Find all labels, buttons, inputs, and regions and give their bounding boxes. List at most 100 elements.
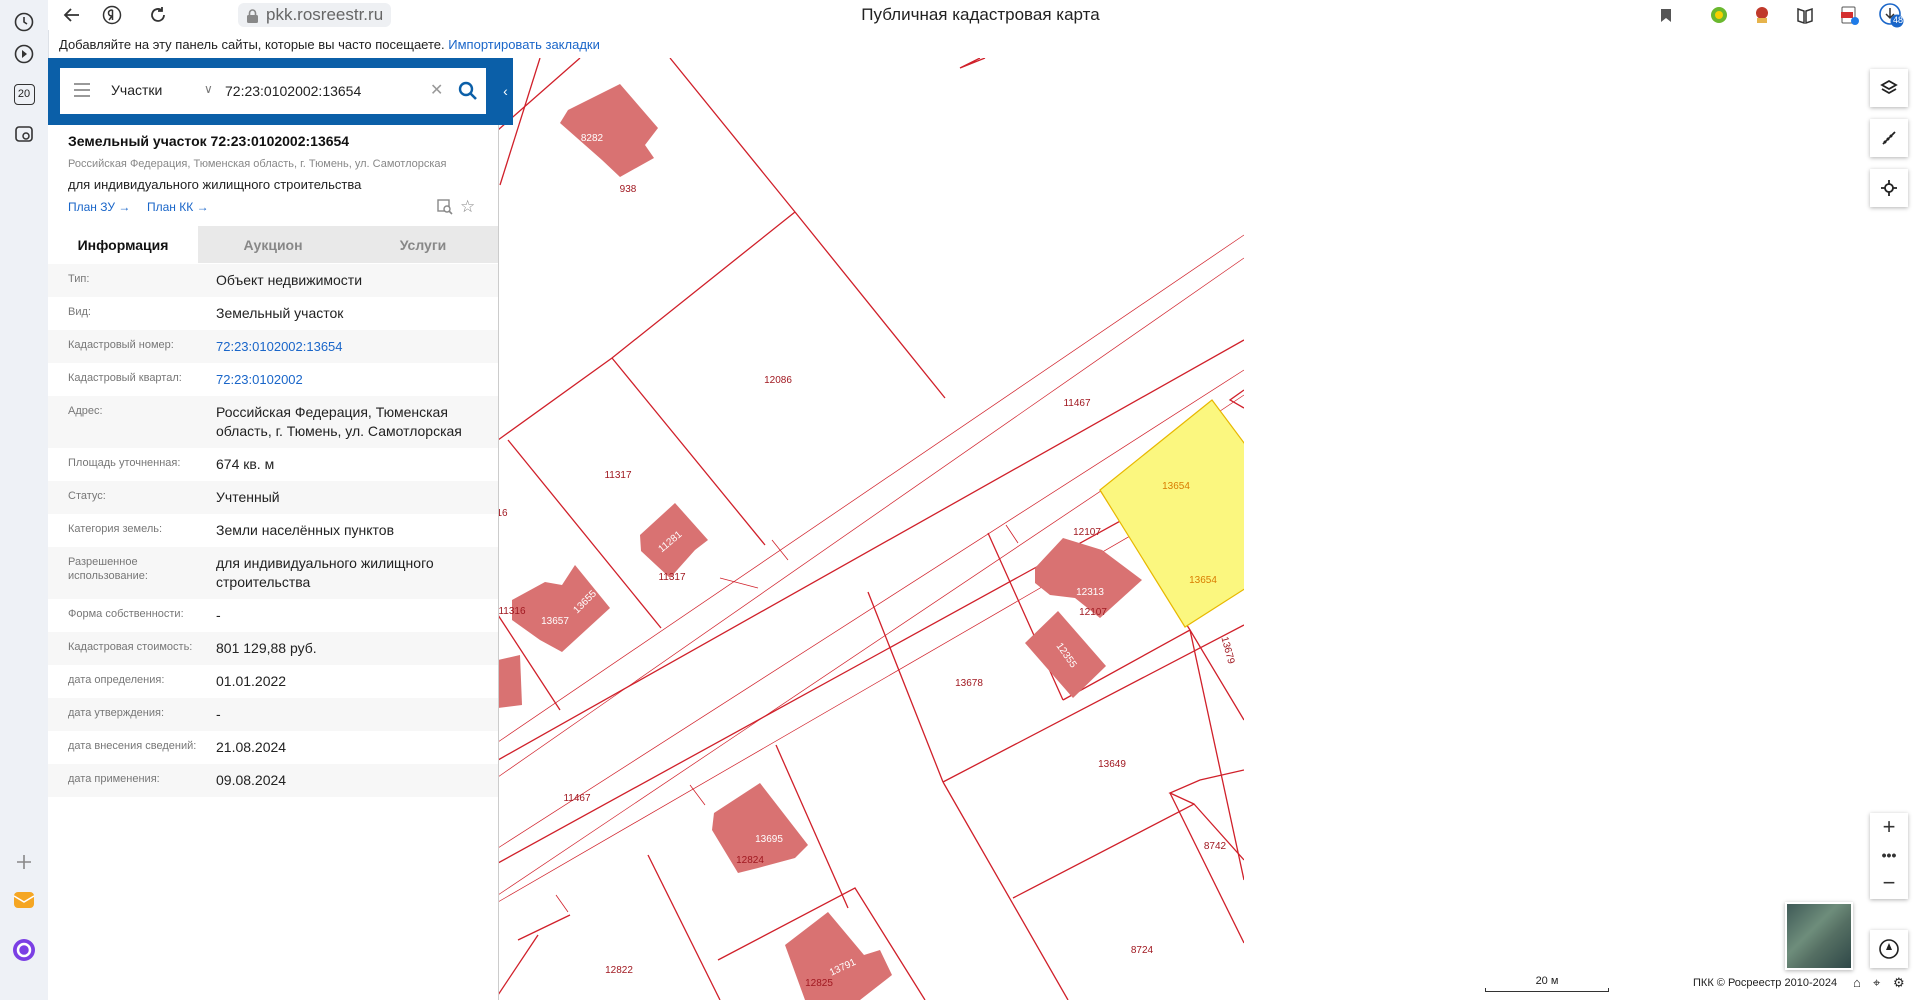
collapse-panel-button[interactable]: ‹ bbox=[498, 68, 513, 114]
search-input[interactable] bbox=[225, 78, 435, 104]
row-value: 09.08.2024 bbox=[216, 772, 287, 788]
map-label: 12086 bbox=[764, 375, 792, 386]
row-key: Тип: bbox=[68, 273, 90, 285]
row-key: Форма собственности: bbox=[68, 608, 184, 620]
row-value: Объект недвижимости bbox=[216, 272, 363, 288]
locate-button[interactable] bbox=[1870, 169, 1908, 207]
tabs: Информация Аукцион Услуги bbox=[48, 226, 498, 263]
mail-icon[interactable] bbox=[12, 888, 36, 912]
map-label: 11467 bbox=[563, 793, 591, 804]
search-type-select[interactable]: Участки bbox=[111, 82, 162, 98]
map-label: 938 bbox=[620, 184, 637, 195]
object-address: Российская Федерация, Тюменская область,… bbox=[68, 158, 447, 170]
info-table: Тип: Объект недвижимости Вид: Земельный уча… bbox=[48, 264, 498, 797]
object-title: Земельный участок 72:23:0102002:13654 bbox=[68, 133, 350, 149]
row-value: Российская Федерация, Тюменская область,… bbox=[216, 404, 462, 439]
page-title: Публичная кадастровая карта bbox=[861, 5, 1100, 24]
settings-icon[interactable]: ⚙ bbox=[1893, 975, 1905, 991]
map-label: 12107 bbox=[1079, 607, 1107, 618]
table-row: Категория земель: Земли населённых пункто… bbox=[48, 514, 498, 547]
row-key: дата применения: bbox=[68, 773, 160, 785]
sidebar-badge[interactable]: 20 bbox=[12, 82, 36, 106]
table-row: Форма собственности: - bbox=[48, 599, 498, 632]
search-icon[interactable] bbox=[457, 80, 479, 102]
map-label: 8724 bbox=[1131, 945, 1154, 956]
import-bookmarks-link[interactable]: Импортировать закладки bbox=[448, 37, 600, 52]
row-value: - bbox=[216, 607, 221, 623]
table-row: дата определения: 01.01.2022 bbox=[48, 665, 498, 698]
play-icon[interactable] bbox=[12, 42, 36, 66]
map-label: 8282 bbox=[581, 133, 604, 144]
star-icon[interactable]: ☆ bbox=[460, 197, 475, 217]
more-button[interactable]: ••• bbox=[1870, 841, 1908, 869]
row-key: дата определения: bbox=[68, 674, 165, 686]
search-box: Участки ∨ ✕ bbox=[60, 68, 486, 114]
row-value: Земельный участок bbox=[216, 305, 344, 321]
map-label: 12822 bbox=[605, 965, 633, 976]
row-value[interactable]: 72:23:0102002 bbox=[216, 370, 486, 389]
table-row: Площадь уточненная: 674 кв. м bbox=[48, 448, 498, 481]
collections-icon[interactable] bbox=[1794, 3, 1816, 27]
scale-line bbox=[1485, 988, 1609, 992]
compass-icon bbox=[1879, 939, 1899, 959]
row-value: 01.01.2022 bbox=[216, 673, 287, 689]
layers-button[interactable] bbox=[1870, 69, 1908, 107]
row-value[interactable]: 72:23:0102002:13654 bbox=[216, 337, 486, 356]
table-row: Вид: Земельный участок bbox=[48, 297, 498, 330]
extension-green-icon[interactable] bbox=[1708, 3, 1730, 27]
row-value: Земли населённых пунктов bbox=[216, 522, 395, 538]
row-value: 801 129,88 руб. bbox=[216, 640, 317, 656]
downloads-icon[interactable]: 48 bbox=[1878, 3, 1904, 28]
row-key: дата утверждения: bbox=[68, 707, 165, 719]
row-key: Кадастровая стоимость: bbox=[68, 641, 193, 653]
zoom-to-object-icon[interactable] bbox=[436, 198, 454, 216]
history-icon[interactable] bbox=[12, 10, 36, 34]
map-label: 13649 bbox=[1098, 759, 1126, 770]
tab-info[interactable]: Информация bbox=[48, 226, 198, 263]
camera-icon[interactable] bbox=[12, 122, 36, 146]
row-key: Категория земель: bbox=[68, 523, 163, 535]
table-row: Тип: Объект недвижимости bbox=[48, 264, 498, 297]
map-label: 13654 bbox=[1189, 575, 1217, 586]
row-key: дата внесения сведений: bbox=[68, 740, 197, 752]
info-panel: Участки ∨ ✕ ‹ Земельный участок 72:23:01… bbox=[48, 58, 513, 1000]
map-label: 8742 bbox=[1204, 841, 1227, 852]
bookmarks-hint: Добавляйте на эту панель сайты, которые … bbox=[59, 37, 445, 52]
home-icon[interactable]: ⌂ bbox=[1853, 975, 1861, 990]
tab-auction[interactable]: Аукцион bbox=[198, 226, 348, 263]
row-value: Учтенный bbox=[216, 489, 280, 505]
row-value: для индивидуального жилищного строительс… bbox=[216, 555, 434, 590]
pdf-icon[interactable] bbox=[1838, 3, 1860, 27]
browser-sidebar: 20 bbox=[0, 0, 49, 1000]
minimap-satellite[interactable] bbox=[1785, 902, 1853, 970]
extension-mascot-icon[interactable] bbox=[1751, 3, 1773, 27]
map-label: 11317 bbox=[604, 470, 632, 481]
table-row: Разрешенное использование: для индивидуал… bbox=[48, 547, 498, 599]
zoom-out-button[interactable]: − bbox=[1870, 869, 1908, 897]
locate-small-icon[interactable]: ⌖ bbox=[1873, 975, 1880, 991]
compass-button[interactable] bbox=[1870, 930, 1908, 968]
map-label: 13695 bbox=[755, 834, 783, 845]
crosshair-icon bbox=[1881, 180, 1897, 196]
row-key: Кадастровый квартал: bbox=[68, 372, 182, 384]
row-key: Кадастровый номер: bbox=[68, 339, 174, 351]
ruler-icon bbox=[1882, 131, 1896, 145]
plan-zu-link[interactable]: План ЗУ → bbox=[68, 200, 130, 214]
map-label: 13657 bbox=[541, 616, 569, 627]
add-icon[interactable] bbox=[12, 850, 36, 874]
table-row: дата внесения сведений: 21.08.2024 bbox=[48, 731, 498, 764]
table-row: Адрес: Российская Федерация, Тюменская об… bbox=[48, 396, 498, 448]
table-row: Кадастровый квартал: 72:23:0102002 bbox=[48, 363, 498, 396]
measure-button[interactable] bbox=[1870, 119, 1908, 157]
bookmark-icon[interactable] bbox=[1656, 3, 1676, 27]
close-icon[interactable]: ✕ bbox=[430, 80, 443, 100]
plan-kk-link[interactable]: План КК → bbox=[147, 200, 209, 214]
row-key: Разрешенное использование: bbox=[68, 556, 148, 582]
row-key: Площадь уточненная: bbox=[68, 457, 181, 469]
zoom-in-button[interactable]: + bbox=[1870, 813, 1908, 841]
scale-bar: 20 м bbox=[1485, 975, 1609, 992]
tab-services[interactable]: Услуги bbox=[348, 226, 498, 263]
menu-icon[interactable] bbox=[74, 83, 90, 99]
chevron-down-icon[interactable]: ∨ bbox=[204, 82, 213, 96]
alice-icon[interactable] bbox=[12, 938, 36, 962]
